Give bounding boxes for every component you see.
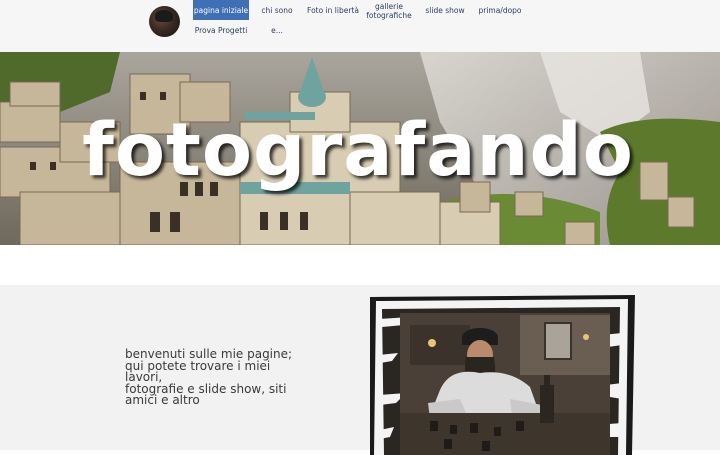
hero-title-text: fotografando xyxy=(82,108,634,193)
nav-item-slide-show[interactable]: slide show xyxy=(422,6,468,15)
nav-item-prova-progetti[interactable]: Prova Progetti xyxy=(193,26,249,35)
hero-title: fotografando xyxy=(0,108,720,193)
nav-item-more[interactable]: e... xyxy=(266,26,288,35)
welcome-text: benvenuti sulle mie pagine; qui potete t… xyxy=(125,348,310,407)
site-header: pagina iniziale chi sono Foto in libertà… xyxy=(0,0,720,52)
nav-item-prima-dopo[interactable]: prima/dopo xyxy=(476,6,524,15)
nav-item-foto-in-liberta[interactable]: Foto in libertà xyxy=(305,6,361,15)
nav-item-gallerie-fotografiche[interactable]: gallerie fotografiche xyxy=(364,2,414,20)
hero-banner: fotografando xyxy=(0,52,720,245)
nav-item-pagina-iniziale[interactable]: pagina iniziale xyxy=(193,0,249,20)
nav-item-chi-sono[interactable]: chi sono xyxy=(255,6,299,15)
site-logo-avatar[interactable] xyxy=(149,6,180,37)
welcome-line: amici e altro xyxy=(125,393,200,407)
pirate-photo xyxy=(370,295,635,455)
